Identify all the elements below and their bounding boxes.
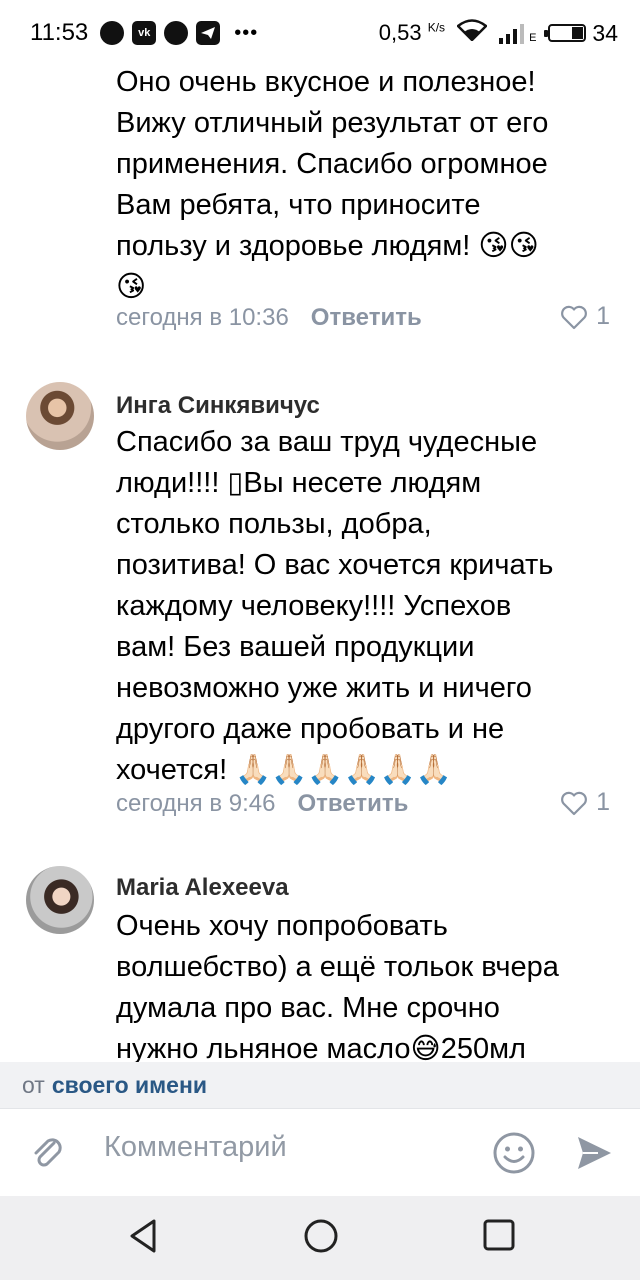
comment-time: сегодня в 9:46	[116, 790, 276, 817]
signal-icon: E	[499, 22, 536, 44]
comment-meta: сегодня в 9:46 Ответить	[116, 790, 408, 818]
comment-author[interactable]: Инга Синкявичус	[116, 392, 320, 420]
network-type: E	[529, 32, 537, 44]
comment-line: Спасибо за ваш труд чудесные	[116, 426, 538, 458]
comment-line: каждому человеку!!!! Успехов	[116, 590, 512, 622]
avatar[interactable]	[26, 382, 94, 450]
comment-line: Вам ребята, что приносите	[116, 189, 481, 221]
avatar[interactable]	[26, 866, 94, 934]
like-count: 1	[596, 788, 610, 816]
like-button[interactable]: 1	[560, 788, 610, 817]
reply-as-selector[interactable]: своего имени	[52, 1072, 207, 1099]
comment-text: Оно очень вкусное и полезное! Вижу отлич…	[116, 66, 616, 308]
status-time: 11:53	[30, 19, 89, 46]
recents-icon[interactable]	[482, 1218, 516, 1252]
comment-line: пользу и здоровье людям! 😘😘	[116, 230, 539, 262]
heart-icon	[561, 305, 588, 329]
message-bubble-icon	[100, 21, 125, 45]
speed-unit: K/s	[427, 20, 446, 35]
overflow-dots: •••	[234, 21, 259, 44]
reply-button[interactable]: Ответить	[311, 304, 422, 332]
send-icon[interactable]	[574, 1133, 614, 1173]
comment-line: волшебство) а ещё тольок вчера	[116, 951, 559, 983]
reply-as-prefix: от	[22, 1071, 45, 1098]
like-button[interactable]: 1	[560, 302, 610, 331]
reply-as-bar: от своего имени	[0, 1062, 640, 1108]
heart-icon	[561, 791, 588, 815]
system-nav-bar	[0, 1196, 640, 1280]
vk-icon: vk	[132, 21, 157, 45]
paperclip-icon[interactable]	[28, 1133, 68, 1173]
comment-composer: Комментарий	[0, 1108, 640, 1196]
comment-text: Спасибо за ваш труд чудесные люди!!!! ▯В…	[116, 422, 616, 791]
whatsapp-icon	[164, 21, 189, 45]
comment-line: люди!!!! ▯Вы несете людям	[116, 467, 482, 499]
comment-line: невозможно уже жить и ничего	[116, 672, 532, 704]
comment-line: нужно льняное масло😅250мл	[116, 1033, 526, 1062]
comment-line: столько пользы, добра,	[116, 508, 432, 540]
comment-line: Вижу отличный результат от его	[116, 107, 549, 139]
comment-line: применения. Спасибо огромное	[116, 148, 548, 180]
telegram-icon	[196, 21, 221, 45]
emoji-icon[interactable]	[492, 1131, 536, 1175]
home-icon[interactable]	[303, 1218, 339, 1254]
battery-icon: 34	[544, 19, 618, 47]
comment-line: позитива! О вас хочется кричать	[116, 549, 554, 581]
comment-meta: сегодня в 10:36 Ответить	[116, 304, 422, 332]
status-bar: 11:53 vk ••• 0,53 K/s E 34	[0, 0, 640, 66]
comment-time: сегодня в 10:36	[116, 304, 289, 331]
comment-text: Очень хочу попробовать волшебство) а ещё…	[116, 906, 616, 1062]
battery-level: 34	[592, 19, 618, 46]
comment-line: думала про вас. Мне срочно	[116, 992, 500, 1024]
comment-line: 😘	[116, 271, 147, 303]
speed-value: 0,53	[378, 20, 422, 45]
comment-input[interactable]: Комментарий	[104, 1131, 287, 1164]
like-count: 1	[596, 302, 610, 330]
comment-author[interactable]: Maria Alexeeva	[116, 874, 289, 902]
comment-line: Очень хочу попробовать	[116, 910, 448, 942]
network-speed: 0,53 K/s	[379, 20, 445, 46]
comment-line: Оно очень вкусное и полезное!	[116, 66, 536, 98]
comments-feed[interactable]: Оно очень вкусное и полезное! Вижу отлич…	[0, 66, 640, 1062]
wifi-icon	[456, 19, 488, 47]
reply-button[interactable]: Ответить	[297, 790, 408, 818]
comment-line: вам! Без вашей продукции	[116, 631, 475, 663]
comment-line: хочется! 🙏🏻🙏🏻🙏🏻🙏🏻🙏🏻🙏🏻	[116, 754, 452, 786]
back-icon[interactable]	[128, 1218, 158, 1254]
notification-icons: vk •••	[100, 21, 258, 45]
comment-line: другого даже пробовать и не	[116, 713, 505, 745]
